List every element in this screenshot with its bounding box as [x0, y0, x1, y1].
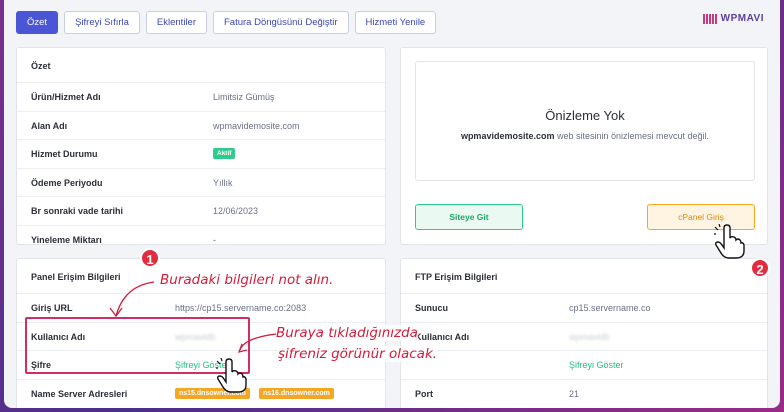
pointer-hand-icon — [216, 358, 247, 393]
arrow-to-login-url — [115, 281, 155, 317]
note-click-here: Buraya tıkladığınızda — [276, 325, 418, 341]
step-badge-1: 1 — [140, 248, 160, 268]
service-details-page: Özet Şifreyi Sıfırla Eklentiler Fatura D… — [4, 0, 780, 408]
note-password-visible: şifreniz görünür olacak. — [278, 346, 438, 362]
note-take-notes: Buradaki bilgileri not alın. — [160, 272, 334, 288]
pointer-hand-icon-2 — [714, 224, 745, 259]
arrow-to-password — [239, 333, 277, 351]
step-badge-2: 2 — [750, 258, 770, 278]
